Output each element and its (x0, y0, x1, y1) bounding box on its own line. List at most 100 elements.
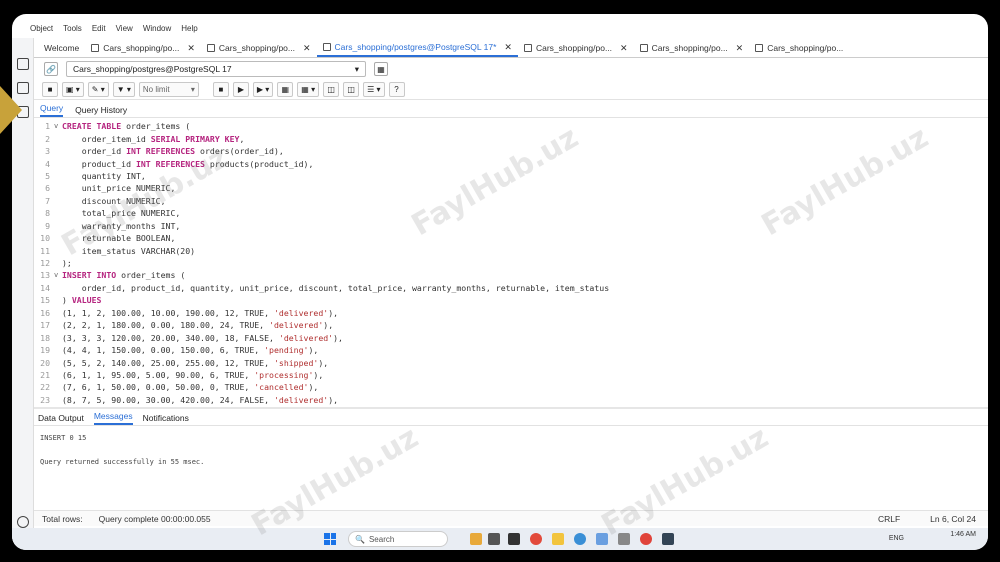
code-line: 13 v INSERT INTO order_items ( (34, 269, 988, 281)
line-number: 23 (40, 394, 50, 405)
widgets-icon[interactable] (470, 533, 482, 545)
object-explorer-icon[interactable] (17, 58, 29, 70)
help-icon[interactable]: ? (388, 82, 405, 97)
code-text: quantity INT, (62, 170, 146, 181)
close-icon[interactable]: ✕ (736, 43, 744, 54)
menu-item-view[interactable]: View (116, 24, 133, 33)
save-button[interactable]: ▣ ▾ (62, 82, 84, 97)
system-clock[interactable]: 1:46 AM (950, 531, 976, 539)
close-icon[interactable]: ✕ (303, 43, 311, 54)
chrome-icon[interactable] (530, 533, 542, 545)
chevron-down-icon: ▾ (354, 63, 359, 74)
line-number: 10 (40, 233, 50, 244)
editor-tab[interactable]: Welcome (38, 39, 85, 57)
code-text: (2, 2, 1, 180.00, 0.00, 180.00, 24, TRUE… (62, 320, 334, 331)
explain-analyze-button[interactable]: ▦ ▾ (297, 82, 320, 97)
message-line: INSERT 0 15 (40, 434, 87, 442)
task-view-icon[interactable] (488, 533, 500, 545)
editor-tab[interactable]: Cars_shopping/po... (749, 39, 849, 57)
explain-button[interactable]: ▦ (277, 82, 294, 97)
code-line: 20 (5, 5, 2, 140.00, 25.00, 255.00, 12, T… (34, 356, 988, 368)
connection-row: 🔗 Cars_shopping/postgres@PostgreSQL 17 ▾… (34, 59, 988, 79)
app-icon[interactable] (596, 533, 608, 545)
code-line: 14 order_id, product_id, quantity, unit_… (34, 282, 988, 294)
close-icon[interactable]: ✕ (187, 43, 195, 54)
code-text: (6, 1, 1, 95.00, 5.00, 90.00, 6, TRUE, '… (62, 369, 324, 380)
rollback-button[interactable]: ◫ (343, 82, 360, 97)
file-explorer-icon[interactable] (552, 533, 564, 545)
execute-button[interactable]: ▶ (232, 82, 249, 97)
tab-notifications[interactable]: Notifications (143, 413, 189, 423)
menu-item-window[interactable]: Window (143, 24, 171, 33)
stop-button[interactable]: ■ (212, 82, 229, 97)
editor-tab[interactable]: Cars_shopping/po... ✕ (634, 39, 750, 57)
close-icon[interactable]: ✕ (620, 43, 628, 54)
editor-tab[interactable]: Cars_shopping/po... ✕ (201, 39, 317, 57)
search-icon: 🔍 (355, 534, 365, 544)
line-number: 13 (40, 270, 50, 281)
code-line: 9 warranty_months INT, (34, 220, 988, 232)
code-text: CREATE TABLE order_items ( (62, 121, 191, 132)
fold-toggle-icon[interactable]: v (54, 122, 62, 130)
query-toolbar: ■ ▣ ▾ ✎ ▾ ▼ ▾ No limit ▾ ■ ▶ ▶ ▾ ▦ ▦ ▾ ◫ … (34, 80, 988, 100)
code-line: 19 (4, 4, 1, 150.00, 0.00, 150.00, 6, TRU… (34, 344, 988, 356)
limit-select[interactable]: No limit ▾ (138, 82, 199, 97)
editor-tab[interactable]: Cars_shopping/po... ✕ (518, 39, 634, 57)
editor-tab[interactable]: Cars_shopping/po... ✕ (85, 39, 201, 57)
code-line: 3 order_id INT REFERENCES orders(order_i… (34, 145, 988, 157)
code-line: 23 (8, 7, 5, 90.00, 30.00, 420.00, 24, FA… (34, 394, 988, 406)
tab-data-output[interactable]: Data Output (38, 413, 84, 423)
windows-start-icon[interactable] (324, 533, 336, 545)
menu-item-object[interactable]: Object (30, 24, 53, 33)
editor-tab[interactable]: Cars_shopping/postgres@PostgreSQL 17* ✕ (316, 39, 518, 57)
line-number: 9 (45, 220, 50, 231)
code-text: discount NUMERIC, (62, 195, 166, 206)
connection-select[interactable]: Cars_shopping/postgres@PostgreSQL 17 ▾ (66, 61, 366, 77)
code-line: 15) VALUES (34, 294, 988, 306)
sql-editor[interactable]: 1 v CREATE TABLE order_items (2 order_item… (34, 120, 988, 406)
fold-toggle-icon[interactable]: v (54, 271, 62, 279)
app-icon[interactable] (618, 533, 630, 545)
line-ending-indicator[interactable]: CRLF (878, 514, 900, 524)
query-tabs: Query Query History (34, 102, 988, 118)
terminal-icon[interactable] (508, 533, 520, 545)
menu-item-edit[interactable]: Edit (92, 24, 106, 33)
menu-item-help[interactable]: Help (181, 24, 197, 33)
link-icon[interactable]: 🔗 (44, 62, 58, 76)
macros-button[interactable]: ☰ ▾ (363, 82, 385, 97)
line-number: 7 (45, 195, 50, 206)
menu-item-tools[interactable]: Tools (63, 24, 82, 33)
code-line: 17 (2, 2, 1, 180.00, 0.00, 180.00, 24, TR… (34, 319, 988, 331)
total-rows-label: Total rows: (42, 513, 83, 524)
code-text: (4, 4, 1, 150.00, 0.00, 150.00, 6, TRUE,… (62, 345, 319, 356)
language-indicator[interactable]: ENG (889, 535, 904, 542)
code-line: 2 order_item_id SERIAL PRIMARY KEY, (34, 132, 988, 144)
tab-query[interactable]: Query (40, 103, 64, 117)
line-number: 12 (40, 258, 50, 269)
code-text: (3, 3, 3, 120.00, 20.00, 340.00, 18, FAL… (62, 332, 343, 343)
app-icon[interactable] (640, 533, 652, 545)
settings-icon[interactable] (17, 516, 29, 528)
browser-icon[interactable] (574, 533, 586, 545)
pgadmin-icon[interactable] (662, 533, 674, 545)
filter-button[interactable]: ▼ ▾ (112, 82, 135, 97)
line-number: 11 (40, 245, 50, 256)
taskbar-search[interactable]: 🔍 Search (348, 531, 448, 547)
db-icon[interactable]: ▦ (374, 62, 388, 76)
tab-query-history[interactable]: Query History (75, 105, 127, 115)
commit-button[interactable]: ◫ (323, 82, 340, 97)
tab-messages[interactable]: Messages (93, 411, 133, 425)
chevron-down-icon: ▾ (190, 85, 195, 94)
code-text: total_price NUMERIC, (62, 208, 181, 219)
line-number: 4 (45, 158, 50, 169)
execute-options-button[interactable]: ▶ ▾ (252, 82, 274, 97)
line-number: 22 (40, 382, 50, 393)
open-file-button[interactable]: ■ (42, 82, 58, 97)
close-icon[interactable]: ✕ (504, 42, 512, 53)
query-tool-icon (755, 44, 764, 52)
line-number: 19 (40, 345, 50, 356)
code-text: product_id INT REFERENCES products(produ… (62, 158, 314, 169)
query-tool-icon (639, 44, 648, 52)
panel-splitter[interactable] (34, 407, 988, 409)
edit-pen-button[interactable]: ✎ ▾ (87, 82, 109, 97)
